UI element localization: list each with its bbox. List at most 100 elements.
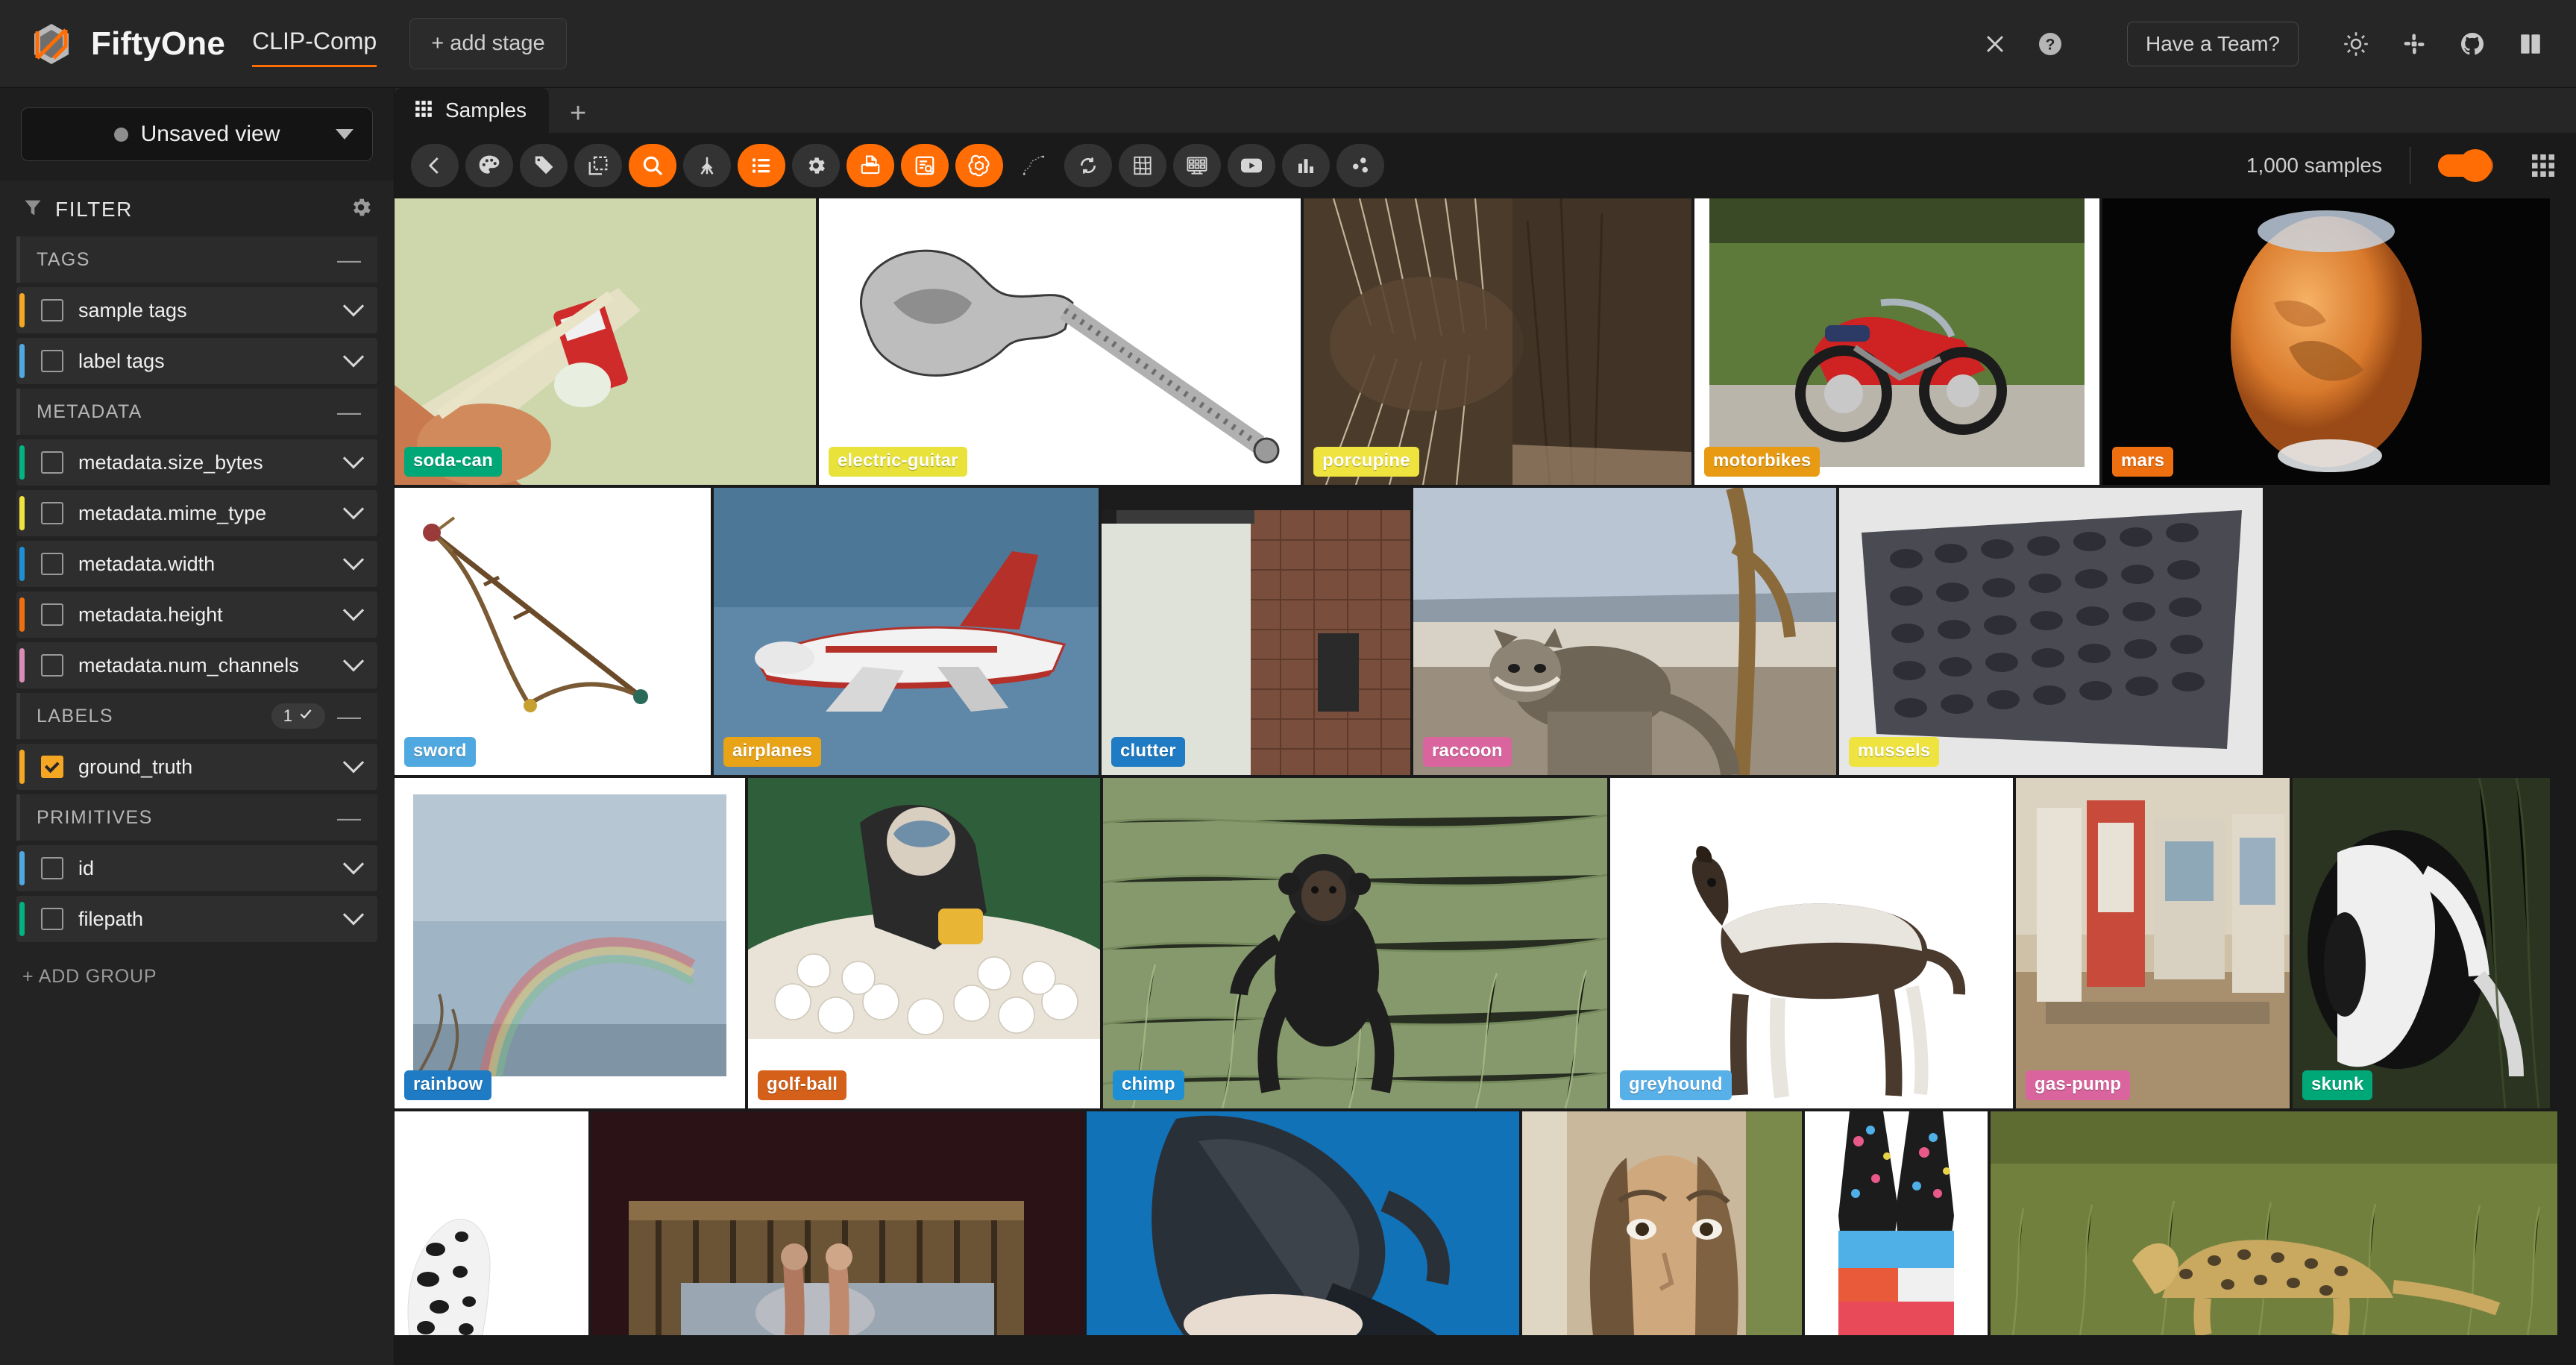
sidebar-group-metadata[interactable]: METADATA — xyxy=(16,389,377,435)
github-icon[interactable] xyxy=(2452,24,2492,64)
sample-tile[interactable] xyxy=(1991,1111,2557,1335)
sidebar-field-metadata-num-channels[interactable]: metadata.num_channels xyxy=(16,642,377,688)
spline-icon[interactable] xyxy=(1010,144,1058,187)
dataset-name[interactable]: CLIP-Comp xyxy=(252,28,377,67)
sample-label-badge: skunk xyxy=(2302,1070,2372,1100)
sample-tile[interactable]: clutter xyxy=(1102,488,1410,775)
sample-grid[interactable]: soda-can electric-guitar xyxy=(395,198,2576,1365)
collapse-icon[interactable]: — xyxy=(337,400,361,424)
chevron-down-icon[interactable] xyxy=(343,295,364,316)
merge-arrow-icon[interactable] xyxy=(683,144,731,187)
field-checkbox[interactable] xyxy=(41,603,63,626)
book-icon[interactable] xyxy=(2510,24,2551,64)
chevron-down-icon[interactable] xyxy=(343,600,364,621)
tag-icon[interactable] xyxy=(520,144,568,187)
chevron-down-icon[interactable] xyxy=(343,448,364,468)
chevron-down-icon[interactable] xyxy=(343,346,364,367)
collapse-icon[interactable]: — xyxy=(337,704,361,728)
field-checkbox[interactable] xyxy=(41,451,63,474)
sample-tile[interactable]: mussels xyxy=(1839,488,2263,775)
patches-icon[interactable] xyxy=(574,144,622,187)
sun-icon[interactable] xyxy=(2336,24,2376,64)
fiftyone-app: FiftyOne CLIP-Comp + add stage ? Have a … xyxy=(0,0,2576,1365)
search-icon[interactable] xyxy=(629,144,676,187)
play-icon[interactable] xyxy=(1228,144,1275,187)
bar-chart-icon[interactable] xyxy=(1282,144,1330,187)
palette-icon[interactable] xyxy=(465,144,513,187)
field-checkbox[interactable] xyxy=(41,299,63,321)
sidebar-group-primitives[interactable]: PRIMITIVES — xyxy=(16,794,377,841)
fiftyone-logo-icon[interactable] xyxy=(28,21,75,67)
sidebar-field-metadata-height[interactable]: metadata.height xyxy=(16,592,377,638)
add-stage-button[interactable]: + add stage xyxy=(409,18,566,69)
sidebar-field-metadata-size-bytes[interactable]: metadata.size_bytes xyxy=(16,439,377,486)
sidebar-field-id[interactable]: id xyxy=(16,845,377,891)
scatter-dots-icon[interactable] xyxy=(1336,144,1384,187)
sidebar-field-label-tags[interactable]: label tags xyxy=(16,338,377,384)
collapse-icon[interactable]: — xyxy=(337,806,361,829)
sample-tile[interactable]: skunk xyxy=(2293,778,2550,1108)
chevron-down-icon[interactable] xyxy=(343,853,364,874)
sidebar-field-filepath[interactable]: filepath xyxy=(16,896,377,942)
chevron-down-icon[interactable] xyxy=(343,498,364,519)
field-checkbox[interactable] xyxy=(41,857,63,879)
sidebar-fields-list[interactable]: TAGS — sample tags label tags xyxy=(0,236,394,1365)
sample-tile[interactable]: airplanes xyxy=(714,488,1099,775)
sample-tile[interactable]: motorbikes xyxy=(1694,198,2099,485)
sample-tile[interactable] xyxy=(1087,1111,1519,1335)
sample-tile[interactable]: soda-can xyxy=(395,198,816,485)
chevron-down-icon[interactable] xyxy=(343,650,364,671)
grid-size-toggle[interactable] xyxy=(2438,154,2493,177)
refresh-icon[interactable] xyxy=(1064,144,1112,187)
sample-tile[interactable]: sword xyxy=(395,488,711,775)
field-checkbox[interactable] xyxy=(41,350,63,372)
list-icon[interactable] xyxy=(738,144,785,187)
mesh-grid-icon[interactable] xyxy=(1119,144,1166,187)
chevron-down-icon[interactable] xyxy=(343,904,364,925)
field-checkbox[interactable] xyxy=(41,553,63,575)
sidebar-group-tags[interactable]: TAGS — xyxy=(16,236,377,283)
sample-tile[interactable]: golf-ball xyxy=(748,778,1100,1108)
saved-view-selector[interactable]: Unsaved view xyxy=(21,107,373,161)
sample-tile[interactable]: electric-guitar xyxy=(819,198,1301,485)
sidebar-field-metadata-width[interactable]: metadata.width xyxy=(16,541,377,587)
field-checkbox[interactable] xyxy=(41,654,63,677)
sidebar-group-labels[interactable]: LABELS 1 — xyxy=(16,693,377,739)
sample-tile[interactable]: mars xyxy=(2102,198,2550,485)
field-checkbox[interactable] xyxy=(41,908,63,930)
sample-tile[interactable]: gas-pump xyxy=(2016,778,2290,1108)
sample-tile[interactable]: porcupine xyxy=(1304,198,1691,485)
sample-thumbnail xyxy=(395,198,816,485)
sample-tile[interactable] xyxy=(591,1111,1084,1335)
sample-tile[interactable] xyxy=(395,1111,588,1335)
slack-icon[interactable] xyxy=(2394,24,2434,64)
monitor-icon[interactable] xyxy=(1173,144,1221,187)
gear-icon[interactable] xyxy=(349,195,373,223)
close-icon[interactable] xyxy=(1975,24,2015,64)
gear-icon[interactable] xyxy=(792,144,840,187)
add-tab-button[interactable]: + xyxy=(549,99,607,128)
tab-samples[interactable]: Samples xyxy=(395,88,549,133)
sample-tile[interactable] xyxy=(1805,1111,1988,1335)
grid-view-icon[interactable] xyxy=(2530,152,2557,179)
field-checkbox[interactable] xyxy=(41,756,63,778)
document-search-icon[interactable] xyxy=(901,144,949,187)
sidebar-field-ground-truth[interactable]: ground_truth xyxy=(16,744,377,790)
add-group-button[interactable]: + ADD GROUP xyxy=(16,947,377,1007)
chevron-down-icon[interactable] xyxy=(343,752,364,773)
field-checkbox[interactable] xyxy=(41,502,63,524)
back-button[interactable] xyxy=(411,144,459,187)
collapse-icon[interactable]: — xyxy=(337,248,361,272)
sample-tile[interactable]: raccoon xyxy=(1413,488,1836,775)
sidebar-field-metadata-mime-type[interactable]: metadata.mime_type xyxy=(16,490,377,536)
briefcase-file-icon[interactable] xyxy=(846,144,894,187)
sample-tile[interactable]: chimp xyxy=(1103,778,1607,1108)
chevron-down-icon[interactable] xyxy=(343,549,364,570)
sidebar-field-sample-tags[interactable]: sample tags xyxy=(16,287,377,333)
sample-tile[interactable]: rainbow xyxy=(395,778,745,1108)
help-icon[interactable]: ? xyxy=(2030,24,2070,64)
sample-tile[interactable] xyxy=(1522,1111,1802,1335)
openai-icon[interactable] xyxy=(955,144,1003,187)
sample-tile[interactable]: greyhound xyxy=(1610,778,2013,1108)
have-a-team-button[interactable]: Have a Team? xyxy=(2127,22,2299,66)
